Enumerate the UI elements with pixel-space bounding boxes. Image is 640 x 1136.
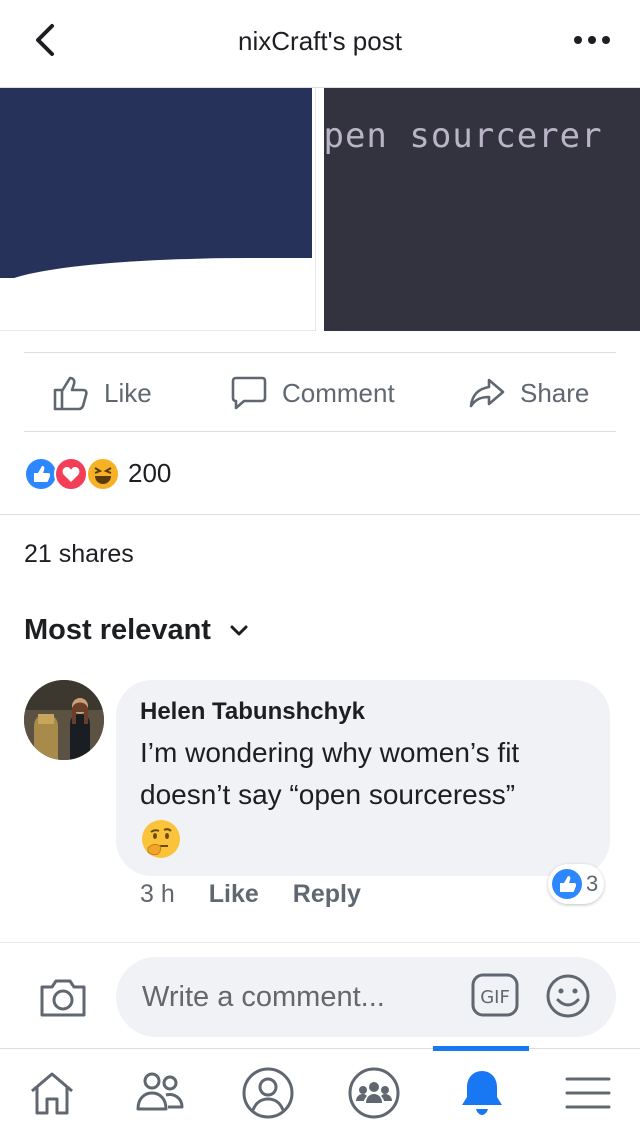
groups-icon	[348, 1067, 400, 1119]
post-image-shirt[interactable]	[0, 88, 316, 331]
bottom-nav	[0, 1046, 640, 1136]
header-bar: nixCraft's post	[0, 0, 640, 88]
share-button[interactable]: Share	[468, 353, 589, 433]
more-options-button[interactable]	[572, 26, 612, 54]
shares-count[interactable]: 21 shares	[24, 540, 134, 569]
comment-meta: 3 h Like Reply	[140, 880, 361, 909]
reaction-icons	[24, 453, 124, 493]
divider	[0, 514, 640, 515]
haha-icon	[86, 457, 120, 491]
nav-notifications[interactable]	[452, 1063, 512, 1123]
gif-icon: GIF	[471, 973, 519, 1017]
post-image-row: open sourcerer	[0, 88, 640, 331]
nav-profile[interactable]	[238, 1063, 298, 1123]
share-label: Share	[520, 377, 590, 408]
comment-sort-dropdown[interactable]: Most relevant	[24, 614, 249, 647]
reaction-summary[interactable]: 200	[24, 450, 171, 496]
thinking-face-icon	[142, 820, 180, 858]
smiley-icon	[546, 974, 590, 1018]
comment-like-button[interactable]: Like	[209, 880, 259, 909]
comment-bubble[interactable]: Helen Tabunshchyk I’m wondering why wome…	[116, 680, 610, 876]
share-arrow-icon	[469, 378, 505, 408]
nav-home[interactable]	[22, 1063, 82, 1123]
friends-icon	[136, 1072, 184, 1111]
menu-icon	[565, 1077, 611, 1109]
comment-reaction-count: 3	[586, 871, 599, 896]
shirt-fabric	[0, 88, 312, 278]
nav-menu[interactable]	[558, 1063, 618, 1123]
comment-author[interactable]: Helen Tabunshchyk	[140, 698, 586, 726]
comment-label: Comment	[282, 377, 395, 408]
svg-text:GIF: GIF	[480, 987, 510, 1008]
sticker-button[interactable]	[544, 972, 592, 1020]
camera-icon	[40, 979, 86, 1017]
comment-button[interactable]: Comment	[230, 353, 395, 433]
thumbs-up-icon	[53, 376, 88, 411]
active-tab-indicator	[433, 1046, 529, 1051]
love-icon	[54, 457, 88, 491]
like-label: Like	[104, 377, 152, 408]
comment-time: 3 h	[140, 880, 175, 908]
nav-groups[interactable]	[344, 1063, 404, 1123]
speech-bubble-icon	[231, 376, 267, 410]
comment-input[interactable]	[116, 957, 616, 1037]
more-dots-icon	[574, 36, 610, 44]
comment-text: I’m wondering why women’s fit doesn’t sa…	[140, 737, 520, 810]
reaction-count: 200	[128, 457, 172, 488]
page-title: nixCraft's post	[238, 26, 402, 56]
image-slogan-text: open sourcerer	[324, 116, 603, 156]
comment-reply-button[interactable]: Reply	[293, 880, 361, 909]
post-image-text[interactable]: open sourcerer	[324, 88, 640, 331]
profile-icon	[242, 1067, 294, 1119]
camera-button[interactable]	[38, 975, 88, 1019]
like-icon	[24, 457, 58, 491]
post-action-bar: Like Comment Share	[24, 352, 616, 432]
chevron-down-icon	[230, 625, 248, 635]
avatar[interactable]	[24, 680, 104, 760]
home-icon	[31, 1072, 73, 1115]
gif-button[interactable]: GIF	[470, 972, 520, 1018]
like-icon	[552, 869, 582, 899]
sort-label: Most relevant	[24, 614, 211, 646]
notifications-icon	[462, 1071, 502, 1115]
comment-reaction-badge[interactable]: 3	[548, 864, 605, 904]
nav-friends[interactable]	[130, 1063, 190, 1123]
like-button[interactable]: Like	[52, 353, 152, 433]
